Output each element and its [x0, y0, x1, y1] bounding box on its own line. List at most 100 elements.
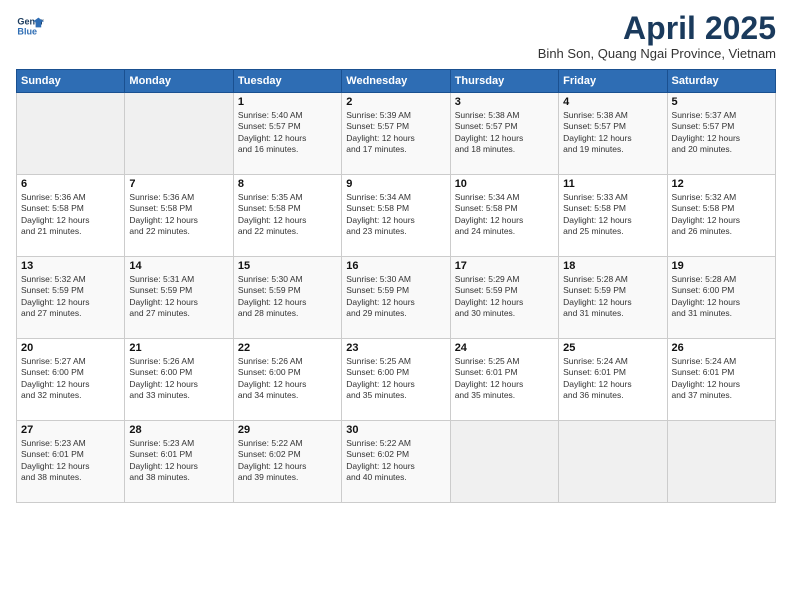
day-number: 1: [238, 96, 337, 108]
weekday-header-monday: Monday: [125, 70, 233, 93]
day-number: 6: [21, 178, 120, 190]
calendar-cell: 7Sunrise: 5:36 AM Sunset: 5:58 PM Daylig…: [125, 175, 233, 257]
calendar-week-5: 27Sunrise: 5:23 AM Sunset: 6:01 PM Dayli…: [17, 421, 776, 503]
calendar-week-1: 1Sunrise: 5:40 AM Sunset: 5:57 PM Daylig…: [17, 93, 776, 175]
day-info: Sunrise: 5:34 AM Sunset: 5:58 PM Dayligh…: [455, 192, 554, 238]
day-number: 22: [238, 342, 337, 354]
weekday-header-friday: Friday: [559, 70, 667, 93]
day-info: Sunrise: 5:22 AM Sunset: 6:02 PM Dayligh…: [238, 438, 337, 484]
day-info: Sunrise: 5:36 AM Sunset: 5:58 PM Dayligh…: [21, 192, 120, 238]
calendar-cell: 8Sunrise: 5:35 AM Sunset: 5:58 PM Daylig…: [233, 175, 341, 257]
calendar-cell: 4Sunrise: 5:38 AM Sunset: 5:57 PM Daylig…: [559, 93, 667, 175]
day-number: 28: [129, 424, 228, 436]
day-number: 23: [346, 342, 445, 354]
month-title: April 2025: [538, 12, 776, 44]
title-area: April 2025 Binh Son, Quang Ngai Province…: [538, 12, 776, 61]
calendar-cell: 12 Sunrise: 5:32 AM Sunset: 5:58 PM Dayli…: [667, 175, 775, 257]
calendar-cell: 24 Sunrise: 5:25 AM Sunset: 6:01 PM Dayli…: [450, 339, 558, 421]
weekday-header-tuesday: Tuesday: [233, 70, 341, 93]
day-info: Sunrise: 5:38 AM Sunset: 5:57 PM Dayligh…: [455, 110, 554, 156]
calendar-table: SundayMondayTuesdayWednesdayThursdayFrid…: [16, 69, 776, 503]
day-number: 13: [21, 260, 120, 272]
header: General Blue April 2025 Binh Son, Quang …: [16, 12, 776, 61]
day-info: Sunrise: 5:31 AM Sunset: 5:59 PM Dayligh…: [129, 274, 228, 320]
calendar-cell: 18 Sunrise: 5:28 AM Sunset: 5:59 PM Dayli…: [559, 257, 667, 339]
calendar-cell: 20Sunrise: 5:27 AM Sunset: 6:00 PM Dayli…: [17, 339, 125, 421]
calendar-cell: 6 Sunrise: 5:36 AM Sunset: 5:58 PM Daylig…: [17, 175, 125, 257]
day-number: 5: [672, 96, 771, 108]
day-number: 16: [346, 260, 445, 272]
day-number: 20: [21, 342, 120, 354]
location: Binh Son, Quang Ngai Province, Vietnam: [538, 46, 776, 61]
day-number: 10: [455, 178, 554, 190]
calendar-cell: 26Sunrise: 5:24 AM Sunset: 6:01 PM Dayli…: [667, 339, 775, 421]
calendar-cell: 11 Sunrise: 5:33 AM Sunset: 5:58 PM Dayli…: [559, 175, 667, 257]
calendar-week-3: 13 Sunrise: 5:32 AM Sunset: 5:59 PM Dayli…: [17, 257, 776, 339]
day-info: Sunrise: 5:35 AM Sunset: 5:58 PM Dayligh…: [238, 192, 337, 238]
day-number: 7: [129, 178, 228, 190]
day-info: Sunrise: 5:34 AM Sunset: 5:58 PM Dayligh…: [346, 192, 445, 238]
calendar-cell: [559, 421, 667, 503]
day-number: 12: [672, 178, 771, 190]
day-number: 30: [346, 424, 445, 436]
day-info: Sunrise: 5:22 AM Sunset: 6:02 PM Dayligh…: [346, 438, 445, 484]
calendar-cell: 23 Sunrise: 5:25 AM Sunset: 6:00 PM Dayli…: [342, 339, 450, 421]
weekday-header-sunday: Sunday: [17, 70, 125, 93]
calendar-cell: [450, 421, 558, 503]
calendar-cell: 21 Sunrise: 5:26 AM Sunset: 6:00 PM Dayli…: [125, 339, 233, 421]
calendar-cell: 30 Sunrise: 5:22 AM Sunset: 6:02 PM Dayli…: [342, 421, 450, 503]
day-info: Sunrise: 5:24 AM Sunset: 6:01 PM Dayligh…: [563, 356, 662, 402]
day-info: Sunrise: 5:26 AM Sunset: 6:00 PM Dayligh…: [129, 356, 228, 402]
day-number: 18: [563, 260, 662, 272]
day-number: 9: [346, 178, 445, 190]
day-number: 25: [563, 342, 662, 354]
day-info: Sunrise: 5:39 AM Sunset: 5:57 PM Dayligh…: [346, 110, 445, 156]
day-number: 15: [238, 260, 337, 272]
day-info: Sunrise: 5:33 AM Sunset: 5:58 PM Dayligh…: [563, 192, 662, 238]
weekday-header-saturday: Saturday: [667, 70, 775, 93]
day-info: Sunrise: 5:32 AM Sunset: 5:58 PM Dayligh…: [672, 192, 771, 238]
page: General Blue April 2025 Binh Son, Quang …: [0, 0, 792, 612]
day-number: 3: [455, 96, 554, 108]
calendar-cell: [125, 93, 233, 175]
day-info: Sunrise: 5:32 AM Sunset: 5:59 PM Dayligh…: [21, 274, 120, 320]
calendar-week-4: 20Sunrise: 5:27 AM Sunset: 6:00 PM Dayli…: [17, 339, 776, 421]
calendar-header-row: SundayMondayTuesdayWednesdayThursdayFrid…: [17, 70, 776, 93]
day-info: Sunrise: 5:30 AM Sunset: 5:59 PM Dayligh…: [346, 274, 445, 320]
day-number: 29: [238, 424, 337, 436]
calendar-cell: 25 Sunrise: 5:24 AM Sunset: 6:01 PM Dayli…: [559, 339, 667, 421]
day-number: 2: [346, 96, 445, 108]
calendar-cell: 27Sunrise: 5:23 AM Sunset: 6:01 PM Dayli…: [17, 421, 125, 503]
calendar-cell: 15Sunrise: 5:30 AM Sunset: 5:59 PM Dayli…: [233, 257, 341, 339]
calendar-cell: 13 Sunrise: 5:32 AM Sunset: 5:59 PM Dayli…: [17, 257, 125, 339]
day-info: Sunrise: 5:25 AM Sunset: 6:00 PM Dayligh…: [346, 356, 445, 402]
calendar-cell: [667, 421, 775, 503]
logo: General Blue: [16, 12, 44, 40]
calendar-cell: [17, 93, 125, 175]
calendar-cell: 3 Sunrise: 5:38 AM Sunset: 5:57 PM Daylig…: [450, 93, 558, 175]
weekday-header-thursday: Thursday: [450, 70, 558, 93]
calendar-cell: 5 Sunrise: 5:37 AM Sunset: 5:57 PM Daylig…: [667, 93, 775, 175]
day-info: Sunrise: 5:23 AM Sunset: 6:01 PM Dayligh…: [129, 438, 228, 484]
calendar-cell: 1Sunrise: 5:40 AM Sunset: 5:57 PM Daylig…: [233, 93, 341, 175]
day-number: 14: [129, 260, 228, 272]
weekday-header-wednesday: Wednesday: [342, 70, 450, 93]
day-info: Sunrise: 5:24 AM Sunset: 6:01 PM Dayligh…: [672, 356, 771, 402]
calendar-cell: 28 Sunrise: 5:23 AM Sunset: 6:01 PM Dayli…: [125, 421, 233, 503]
calendar-cell: 22 Sunrise: 5:26 AM Sunset: 6:00 PM Dayli…: [233, 339, 341, 421]
calendar-week-2: 6 Sunrise: 5:36 AM Sunset: 5:58 PM Daylig…: [17, 175, 776, 257]
day-number: 17: [455, 260, 554, 272]
calendar-cell: 10 Sunrise: 5:34 AM Sunset: 5:58 PM Dayli…: [450, 175, 558, 257]
calendar-cell: 29 Sunrise: 5:22 AM Sunset: 6:02 PM Dayli…: [233, 421, 341, 503]
day-info: Sunrise: 5:26 AM Sunset: 6:00 PM Dayligh…: [238, 356, 337, 402]
day-info: Sunrise: 5:25 AM Sunset: 6:01 PM Dayligh…: [455, 356, 554, 402]
day-info: Sunrise: 5:38 AM Sunset: 5:57 PM Dayligh…: [563, 110, 662, 156]
day-number: 21: [129, 342, 228, 354]
day-number: 24: [455, 342, 554, 354]
calendar-cell: 17Sunrise: 5:29 AM Sunset: 5:59 PM Dayli…: [450, 257, 558, 339]
day-info: Sunrise: 5:37 AM Sunset: 5:57 PM Dayligh…: [672, 110, 771, 156]
logo-icon: General Blue: [16, 12, 44, 40]
day-info: Sunrise: 5:28 AM Sunset: 5:59 PM Dayligh…: [563, 274, 662, 320]
day-number: 11: [563, 178, 662, 190]
calendar-cell: 2 Sunrise: 5:39 AM Sunset: 5:57 PM Daylig…: [342, 93, 450, 175]
